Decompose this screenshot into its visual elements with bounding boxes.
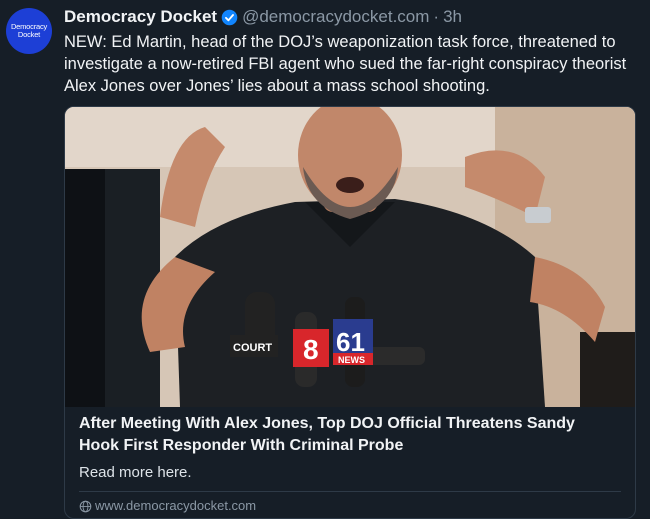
card-description: Read more here. <box>79 464 192 481</box>
avatar[interactable]: Democracy Docket <box>6 8 52 54</box>
card-title[interactable]: After Meeting With Alex Jones, Top DOJ O… <box>79 413 619 457</box>
author-handle[interactable]: @democracydocket.com <box>242 6 429 28</box>
separator-dot: · <box>433 7 440 26</box>
author-name[interactable]: Democracy Docket <box>64 6 217 28</box>
mic-flag-news: NEWS <box>338 355 365 365</box>
link-card[interactable]: COURT 8 61 NEWS After Meeting With Alex … <box>64 106 636 519</box>
globe-icon <box>79 500 92 513</box>
card-domain-text: www.democracydocket.com <box>95 498 257 513</box>
post-time[interactable]: 3h <box>443 6 462 28</box>
mic-flag-61: 61 <box>336 327 365 357</box>
post[interactable]: Democracy Docket Democracy Docket @democ… <box>0 0 650 519</box>
card-image: COURT 8 61 NEWS <box>65 107 635 407</box>
post-header: Democracy Docket @democracydocket.com · … <box>64 6 462 28</box>
mic-flag-8: 8 <box>303 334 319 365</box>
card-divider <box>79 491 621 492</box>
mic-flag-court: COURT <box>233 342 272 354</box>
post-text: NEW: Ed Martin, head of the DOJ’s weapon… <box>64 33 627 95</box>
verified-check-icon <box>221 9 238 26</box>
card-domain[interactable]: www.democracydocket.com <box>79 497 256 515</box>
avatar-text-line2: Docket <box>17 30 41 39</box>
